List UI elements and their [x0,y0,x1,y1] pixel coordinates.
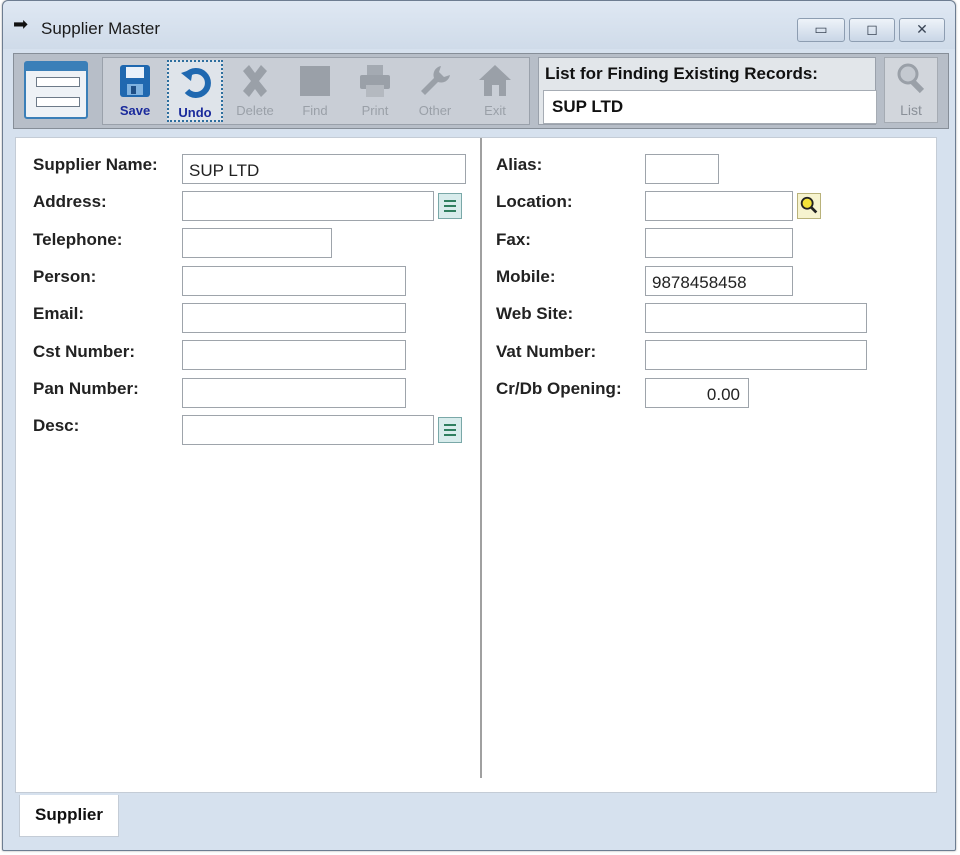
telephone-input[interactable] [182,228,332,258]
exit-label: Exit [484,103,506,118]
person-label: Person: [33,267,97,286]
cst-number-input[interactable] [182,340,406,370]
find-icon [300,66,330,96]
exit-button[interactable]: Exit [467,60,523,122]
pan-number-input[interactable] [182,378,406,408]
desc-input[interactable] [182,415,434,445]
website-label: Web Site: [496,304,574,323]
address-editor-button[interactable] [438,193,462,219]
close-icon: ✕ [916,21,928,37]
opening-balance-label: Cr/Db Opening: [496,379,622,398]
fax-label: Fax: [496,230,531,249]
finder-input[interactable]: SUP LTD [543,90,877,124]
window-title: Supplier Master [41,19,161,38]
form-area: Supplier Name: SUP LTD Address: Telephon… [15,137,937,793]
print-label: Print [361,103,389,118]
mobile-label: Mobile: [496,267,556,286]
record-finder: List for Finding Existing Records: SUP L… [538,57,877,125]
save-label: Save [119,103,151,118]
home-icon [479,65,511,96]
desc-label: Desc: [33,416,80,435]
alias-label: Alias: [496,155,543,174]
form-logo-icon [24,61,88,119]
address-label: Address: [33,192,107,211]
location-input[interactable] [645,191,793,221]
undo-label: Undo [178,105,212,120]
toolbar-buttons-panel: Save Undo Delete Find Print Other Exit [102,57,530,125]
fax-input[interactable] [645,228,793,258]
minimize-icon: ▭ [814,21,828,37]
find-label: Find [302,103,328,118]
find-button[interactable]: Find [287,60,343,122]
location-label: Location: [496,192,573,211]
location-search-button[interactable] [797,193,821,219]
maximize-button[interactable]: ◻ [849,18,895,42]
list-button[interactable]: List [884,57,938,123]
opening-balance-input[interactable]: 0.00 [645,378,749,408]
website-input[interactable] [645,303,867,333]
column-divider [480,138,482,778]
undo-icon [181,68,211,98]
cst-number-label: Cst Number: [33,342,136,361]
finder-label: List for Finding Existing Records: [545,64,818,83]
tab-strip: Supplier [15,793,937,837]
maximize-icon: ◻ [866,21,878,37]
toolbar: Save Undo Delete Find Print Other Exit L… [13,53,949,129]
email-label: Email: [33,304,85,323]
other-button[interactable]: Other [407,60,463,122]
other-label: Other [418,103,452,118]
telephone-label: Telephone: [33,230,123,249]
alias-input[interactable] [645,154,719,184]
delete-button[interactable]: Delete [227,60,283,122]
person-input[interactable] [182,266,406,296]
tab-supplier[interactable]: Supplier [19,795,119,837]
save-button[interactable]: Save [107,60,163,122]
delete-icon [243,65,267,97]
supplier-master-window: ➡ Supplier Master ▭ ◻ ✕ Save Undo Delete… [2,0,956,851]
save-icon [120,65,150,97]
email-input[interactable] [182,303,406,333]
vat-number-label: Vat Number: [496,342,597,361]
printer-icon [360,65,390,97]
wrench-icon [421,66,450,95]
delete-label: Delete [236,103,274,118]
undo-button[interactable]: Undo [167,60,223,122]
list-label: List [900,102,922,118]
search-icon [800,196,818,214]
supplier-name-input[interactable]: SUP LTD [182,154,466,184]
mobile-input[interactable]: 9878458458 [645,266,793,296]
arrow-right-icon: ➡ [13,14,29,34]
supplier-name-label: Supplier Name: [33,155,158,174]
title-bar: ➡ Supplier Master ▭ ◻ ✕ [3,1,955,49]
pan-number-label: Pan Number: [33,379,139,398]
magnifier-icon [897,63,925,94]
vat-number-input[interactable] [645,340,867,370]
print-button[interactable]: Print [347,60,403,122]
close-button[interactable]: ✕ [899,18,945,42]
minimize-button[interactable]: ▭ [797,18,845,42]
desc-editor-button[interactable] [438,417,462,443]
address-input[interactable] [182,191,434,221]
